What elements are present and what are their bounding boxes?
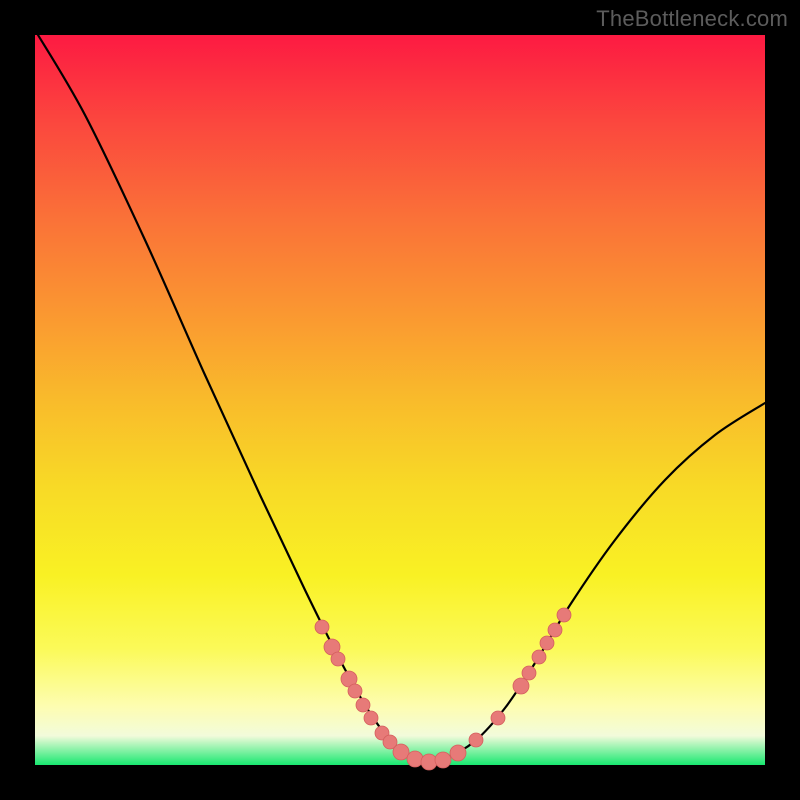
curve-marker <box>557 608 571 622</box>
watermark-text: TheBottleneck.com <box>596 6 788 32</box>
curve-marker <box>356 698 370 712</box>
plot-area <box>35 35 765 765</box>
curve-marker <box>364 711 378 725</box>
curve-marker <box>513 678 529 694</box>
curve-marker <box>532 650 546 664</box>
chart-frame: TheBottleneck.com <box>0 0 800 800</box>
curve-marker <box>407 751 423 767</box>
curve-marker <box>522 666 536 680</box>
curve-marker <box>348 684 362 698</box>
curve-marker <box>469 733 483 747</box>
curve-marker <box>331 652 345 666</box>
curve-marker <box>491 711 505 725</box>
curve-marker <box>548 623 562 637</box>
curve-marker <box>421 754 437 770</box>
chart-svg <box>35 35 765 765</box>
curve-marker <box>450 745 466 761</box>
curve-marker <box>540 636 554 650</box>
curve-marker <box>393 744 409 760</box>
curve-marker <box>315 620 329 634</box>
curve-markers <box>315 608 571 770</box>
bottleneck-curve <box>35 30 765 761</box>
curve-marker <box>435 752 451 768</box>
